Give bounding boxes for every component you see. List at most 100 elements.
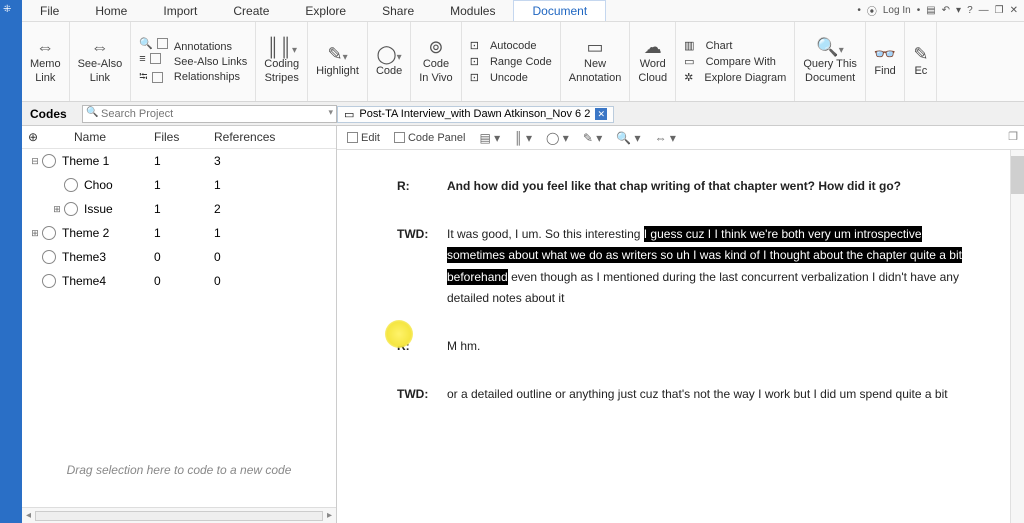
uncode-icon: ⊡ (470, 71, 479, 84)
menu-home[interactable]: Home (77, 1, 145, 21)
sep-icon: • (917, 5, 921, 16)
range-icon: ⊡ (470, 55, 479, 68)
menu-create[interactable]: Create (215, 1, 287, 21)
link-tool-icon[interactable]: ⇔ ▾ (655, 131, 676, 145)
undo-icon[interactable]: ↶ (942, 5, 950, 16)
col-files[interactable]: Files (154, 130, 214, 144)
menu-share[interactable]: Share (364, 1, 432, 21)
h-scrollbar[interactable]: ◂▸ (22, 507, 336, 523)
dropdown-icon[interactable]: ▾ (956, 5, 961, 16)
circle-icon: ◯▾ (377, 45, 402, 63)
menu-import[interactable]: Import (145, 1, 215, 21)
seealso-link-button[interactable]: ⇔ See-Also Link (70, 22, 132, 101)
search-dropdown-icon[interactable]: ▾ (328, 107, 333, 118)
search-icon: 🔍 (86, 107, 98, 118)
col-name[interactable]: Name (44, 130, 154, 144)
window-minimize-icon[interactable]: — (979, 5, 989, 16)
chart-icon: ▥ (684, 39, 694, 52)
query-icon: 🔍▾ (816, 38, 843, 56)
save-icon[interactable]: ▤ (926, 5, 935, 16)
highlight-tool-icon[interactable]: ✎ ▾ (583, 131, 602, 145)
link-icon: ⇔ (36, 38, 54, 56)
chart-button[interactable]: ▥ Chart (684, 39, 786, 52)
maximize-pane-icon[interactable]: ❐ (1008, 130, 1018, 143)
code-tool-icon[interactable]: ◯ ▾ (546, 131, 569, 145)
menu-file[interactable]: File (22, 1, 77, 21)
list-icon[interactable]: ≡ (139, 53, 168, 65)
transcript-row[interactable]: TWD:It was good, I um. So this interesti… (397, 224, 974, 310)
coding-stripes-button[interactable]: ║║▾ Coding Stripes (256, 22, 308, 101)
range-code-button[interactable]: ⊡ Range Code (470, 55, 552, 68)
code-panel-toggle[interactable]: Code Panel (394, 132, 466, 144)
window-restore-icon[interactable]: ❐ (995, 5, 1004, 16)
zoom-tool-icon[interactable]: 🔍 ▾ (616, 131, 640, 145)
document-tab[interactable]: ▭ Post-TA Interview_with Dawn Atkinson_N… (337, 106, 614, 123)
titlebar-dot-icon: • (857, 5, 861, 16)
compare-button[interactable]: ▭ Compare With (684, 55, 786, 68)
v-scrollbar[interactable] (1010, 150, 1024, 523)
highlight-button[interactable]: ✎▾ Highlight (308, 22, 368, 101)
tab-icon[interactable]: ⭾ (139, 68, 168, 87)
add-code-icon[interactable]: ⊕ (28, 130, 44, 144)
seealso-links-toggle[interactable]: See-Also Links (174, 56, 247, 68)
cloud-icon: ☁ (644, 38, 662, 56)
binoculars-icon: 👓 (874, 45, 896, 63)
code-button[interactable]: ◯▾ Code (368, 22, 411, 101)
code-row[interactable]: ⊟ Theme 113 (22, 149, 336, 173)
speaker-label: TWD: (397, 384, 431, 406)
annotations-toggle[interactable]: Annotations (174, 41, 247, 53)
autocode-icon: ⊡ (470, 39, 479, 52)
query-document-button[interactable]: 🔍▾ Query This Document (795, 22, 866, 101)
speech-text[interactable]: It was good, I um. So this interesting I… (447, 224, 974, 310)
stripes-icon: ║║▾ (266, 38, 297, 56)
explore-diagram-button[interactable]: ✲ Explore Diagram (684, 71, 786, 84)
doc-icon: ▭ (344, 108, 354, 121)
ribbon: ⇔ Memo Link ⇔ See-Also Link 🔍 ≡ ⭾ Annota… (22, 22, 1024, 102)
drag-hint: Drag selection here to code to a new cod… (22, 433, 336, 507)
document-tab-label: Post-TA Interview_with Dawn Atkinson_Nov… (359, 108, 590, 120)
code-row[interactable]: Theme300 (22, 245, 336, 269)
transcript-row[interactable]: R:M hm. (397, 336, 974, 358)
col-refs[interactable]: References (214, 130, 330, 144)
uncode-button[interactable]: ⊡ Uncode (470, 71, 552, 84)
close-tab-icon[interactable]: ✕ (595, 108, 607, 120)
link-icon: ⇔ (91, 38, 109, 56)
speaker-label: R: (397, 176, 431, 198)
compare-icon: ▭ (684, 55, 694, 68)
code-row[interactable]: ⊞ Issue12 (22, 197, 336, 221)
speech-text[interactable]: And how did you feel like that chap writ… (447, 176, 974, 198)
speech-text[interactable]: M hm. (447, 336, 974, 358)
new-annotation-button[interactable]: ▭ New Annotation (561, 22, 631, 101)
memo-link-button[interactable]: ⇔ Memo Link (22, 22, 70, 101)
menu-modules[interactable]: Modules (432, 1, 513, 21)
transcript-row[interactable]: TWD: or a detailed outline or anything ju… (397, 384, 974, 406)
annotation-icon: ▭ (587, 38, 604, 56)
relationships-toggle[interactable]: Relationships (174, 71, 247, 83)
word-cloud-button[interactable]: ☁ Word Cloud (630, 22, 676, 101)
help-icon[interactable]: ? (967, 5, 973, 16)
code-invivo-button[interactable]: ⊚ Code In Vivo (411, 22, 461, 101)
layout-icon[interactable]: ▤ ▾ (479, 131, 500, 145)
speech-text[interactable]: or a detailed outline or anything just c… (447, 384, 974, 406)
transcript-row[interactable]: R: And how did you feel like that chap wr… (397, 176, 974, 198)
search-input[interactable] (82, 105, 337, 123)
zoom-icon[interactable]: 🔍 (139, 37, 168, 50)
stripes-tool-icon[interactable]: ║ ▾ (514, 131, 532, 145)
edit-button-truncated[interactable]: ✎ Ec (905, 22, 937, 101)
codes-tree: ⊕ Name Files References ⊟ Theme 113 Choo… (22, 126, 337, 523)
pencil-icon: ✎ (913, 45, 928, 63)
code-row[interactable]: Theme400 (22, 269, 336, 293)
login-label[interactable]: Log In (883, 5, 911, 16)
codes-panel-label: Codes (22, 107, 82, 121)
code-row[interactable]: ⊞ Theme 211 (22, 221, 336, 245)
menubar: File Home Import Create Explore Share Mo… (22, 0, 1024, 22)
edit-toggle[interactable]: Edit (347, 132, 380, 144)
code-row[interactable]: Choo11 (22, 173, 336, 197)
autocode-button[interactable]: ⊡ Autocode (470, 39, 552, 52)
find-button[interactable]: 👓 Find (866, 22, 905, 101)
window-close-icon[interactable]: ✕ (1010, 5, 1018, 16)
menu-explore[interactable]: Explore (287, 1, 364, 21)
login-icon[interactable]: ⦿ (867, 3, 877, 18)
menu-document[interactable]: Document (513, 0, 606, 21)
document-area: Edit Code Panel ▤ ▾ ║ ▾ ◯ ▾ ✎ ▾ 🔍 ▾ ⇔ ▾ … (337, 126, 1024, 523)
